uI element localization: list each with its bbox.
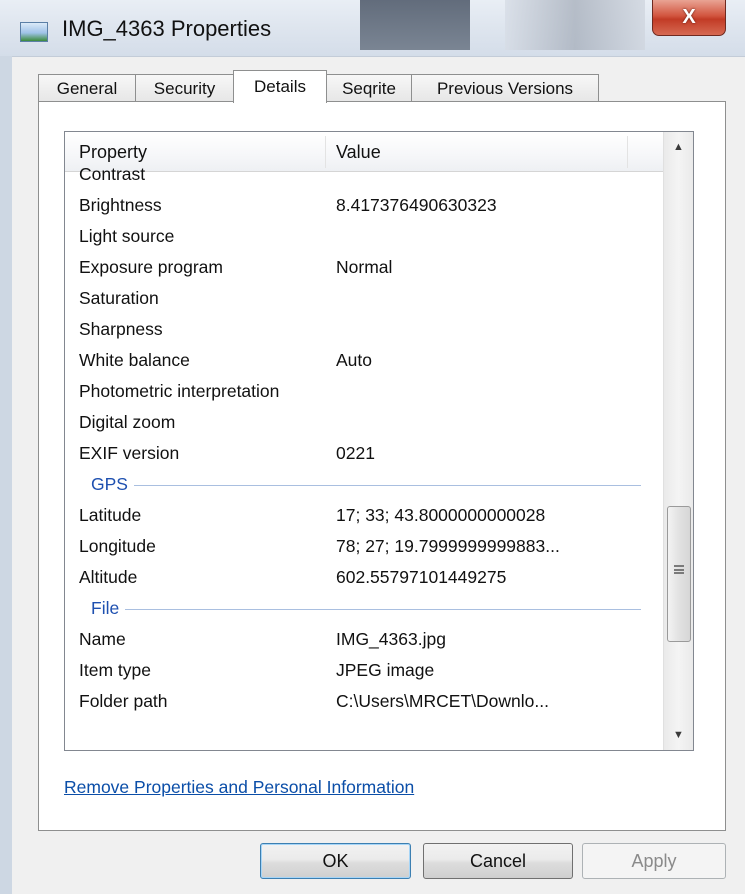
list-item[interactable]: Saturation xyxy=(65,283,663,314)
group-label: GPS xyxy=(91,474,134,495)
group-header-file[interactable]: File xyxy=(65,593,663,624)
property-value: Normal xyxy=(336,257,393,277)
group-label: File xyxy=(91,598,126,619)
property-value: 8.417376490630323 xyxy=(336,195,497,215)
property-name: Brightness xyxy=(79,195,162,215)
property-name: Item type xyxy=(79,660,151,680)
property-name: White balance xyxy=(79,350,190,370)
property-value: C:\Users\MRCET\Downlo... xyxy=(336,691,549,711)
close-button[interactable]: X xyxy=(652,0,726,36)
window-frame-left xyxy=(0,56,12,894)
list-item[interactable]: Digital zoom xyxy=(65,407,663,438)
list-item[interactable]: Folder path C:\Users\MRCET\Downlo... xyxy=(65,686,663,717)
list-item[interactable]: Brightness 8.417376490630323 xyxy=(65,190,663,221)
group-header-gps[interactable]: GPS xyxy=(65,469,663,500)
window-title: IMG_4363 Properties xyxy=(62,16,272,41)
scrollbar-thumb[interactable] xyxy=(667,506,691,642)
scroll-down-button[interactable]: ▼ xyxy=(664,722,693,748)
arrow-up-icon: ▲ xyxy=(673,141,684,153)
grip-icon xyxy=(674,565,684,574)
property-name: Sharpness xyxy=(79,319,163,339)
property-value: JPEG image xyxy=(336,660,435,680)
property-name: EXIF version xyxy=(79,443,180,463)
close-icon: X xyxy=(682,6,696,28)
list-item[interactable]: Contrast xyxy=(65,159,663,190)
property-name: Latitude xyxy=(79,505,142,525)
image-file-icon xyxy=(20,22,48,42)
vertical-scrollbar[interactable]: ▲ ▼ xyxy=(663,132,693,750)
group-divider-line xyxy=(91,609,641,610)
property-value: 602.55797101449275 xyxy=(336,567,507,587)
property-value: 17; 33; 43.8000000000028 xyxy=(336,505,546,525)
tab-previous-versions[interactable]: Previous Versions xyxy=(411,74,599,102)
list-item[interactable]: Sharpness xyxy=(65,314,663,345)
tab-seqrite[interactable]: Seqrite xyxy=(326,74,412,102)
list-item[interactable]: Exposure program Normal xyxy=(65,252,663,283)
scroll-up-button[interactable]: ▲ xyxy=(664,134,693,160)
tab-details[interactable]: Details xyxy=(233,70,327,103)
property-name: Folder path xyxy=(79,691,168,711)
property-name: Altitude xyxy=(79,567,138,587)
remove-properties-link[interactable]: Remove Properties and Personal Informati… xyxy=(64,777,414,798)
property-value: IMG_4363.jpg xyxy=(336,629,446,649)
properties-dialog: IMG_4363 Properties X General Security D… xyxy=(0,0,745,894)
property-name: Longitude xyxy=(79,536,156,556)
property-name: Photometric interpretation xyxy=(79,381,280,401)
title-bar-background-blur xyxy=(360,0,470,50)
property-value: 0221 xyxy=(336,443,375,463)
property-name: Digital zoom xyxy=(79,412,176,432)
list-item[interactable]: EXIF version 0221 xyxy=(65,438,663,469)
list-item[interactable]: Latitude 17; 33; 43.8000000000028 xyxy=(65,500,663,531)
tab-security[interactable]: Security xyxy=(135,74,234,102)
list-item[interactable]: Photometric interpretation xyxy=(65,376,663,407)
list-item[interactable]: Item type JPEG image xyxy=(65,655,663,686)
property-name: Name xyxy=(79,629,126,649)
list-item[interactable]: Name IMG_4363.jpg xyxy=(65,624,663,655)
tab-general[interactable]: General xyxy=(38,74,136,102)
property-name: Light source xyxy=(79,226,175,246)
property-name: Contrast xyxy=(79,164,146,184)
property-value: 78; 27; 19.7999999999883... xyxy=(336,536,560,556)
title-bar-background-blur xyxy=(505,0,645,50)
group-divider-line xyxy=(91,485,641,486)
list-item[interactable]: Longitude 78; 27; 19.7999999999883... xyxy=(65,531,663,562)
ok-button[interactable]: OK xyxy=(260,843,411,879)
property-value: Auto xyxy=(336,350,372,370)
arrow-down-icon: ▼ xyxy=(673,729,684,741)
cancel-button[interactable]: Cancel xyxy=(423,843,573,879)
property-name: Exposure program xyxy=(79,257,223,277)
list-item[interactable]: White balance Auto xyxy=(65,345,663,376)
list-item[interactable]: Light source xyxy=(65,221,663,252)
apply-button[interactable]: Apply xyxy=(582,843,726,879)
list-item[interactable]: Altitude 602.55797101449275 xyxy=(65,562,663,593)
properties-list[interactable]: Property Value Contrast Brightness 8.417… xyxy=(64,131,694,751)
title-bar[interactable]: IMG_4363 Properties X xyxy=(0,0,745,57)
property-name: Saturation xyxy=(79,288,159,308)
